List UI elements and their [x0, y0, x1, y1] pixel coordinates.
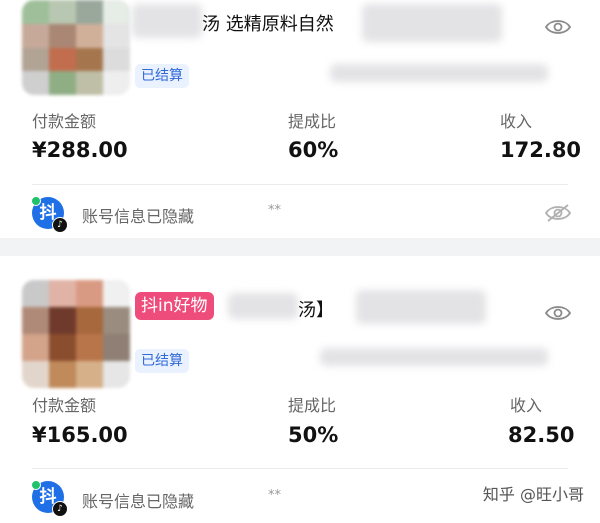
- payment-value: ¥288.00: [32, 138, 128, 162]
- card-separator: [0, 238, 600, 256]
- payment-label: 付款金额: [32, 396, 97, 415]
- account-mask: **: [268, 488, 281, 503]
- product-thumbnail[interactable]: [22, 0, 130, 95]
- douyin-logo-icon: 抖 ♪: [31, 480, 68, 517]
- divider: [32, 184, 568, 185]
- income-label: 收入: [500, 112, 533, 131]
- status-badge: 已结算: [135, 64, 189, 88]
- rate-value: 50%: [288, 423, 339, 447]
- payment-value: ¥165.00: [32, 423, 128, 447]
- douyin-logo-icon: 抖 ♪: [31, 196, 68, 233]
- product-thumbnail[interactable]: [22, 280, 130, 388]
- eye-off-icon[interactable]: [545, 204, 571, 222]
- watermark: 知乎 @旺小哥: [482, 485, 584, 504]
- income-value: 172.80: [500, 138, 582, 162]
- payment-label: 付款金额: [32, 112, 97, 131]
- product-title[interactable]: 汤 选精原料自然: [202, 10, 334, 36]
- account-hidden-text: 账号信息已隐藏: [82, 207, 195, 226]
- rate-value: 60%: [288, 138, 339, 162]
- blurred-title-part: [228, 293, 298, 319]
- divider: [32, 468, 568, 469]
- product-title[interactable]: 汤】: [298, 296, 334, 322]
- income-label: 收入: [510, 396, 543, 415]
- blurred-title-part: [356, 290, 486, 324]
- eye-icon[interactable]: [545, 304, 571, 322]
- platform-tag: 抖in好物: [135, 292, 214, 320]
- income-value: 82.50: [508, 423, 575, 447]
- blurred-order-id: [330, 64, 548, 82]
- eye-icon[interactable]: [545, 18, 571, 36]
- blurred-title-part: [132, 4, 202, 38]
- account-mask: **: [268, 203, 281, 218]
- order-card-1[interactable]: 汤 选精原料自然 已结算 付款金额 提成比 收入 ¥288.00 60% 172…: [0, 0, 600, 238]
- status-badge: 已结算: [135, 349, 189, 373]
- account-hidden-text: 账号信息已隐藏: [82, 492, 195, 511]
- rate-label: 提成比: [288, 112, 337, 131]
- blurred-order-id: [320, 348, 548, 366]
- blurred-title-part: [362, 4, 502, 42]
- rate-label: 提成比: [288, 396, 337, 415]
